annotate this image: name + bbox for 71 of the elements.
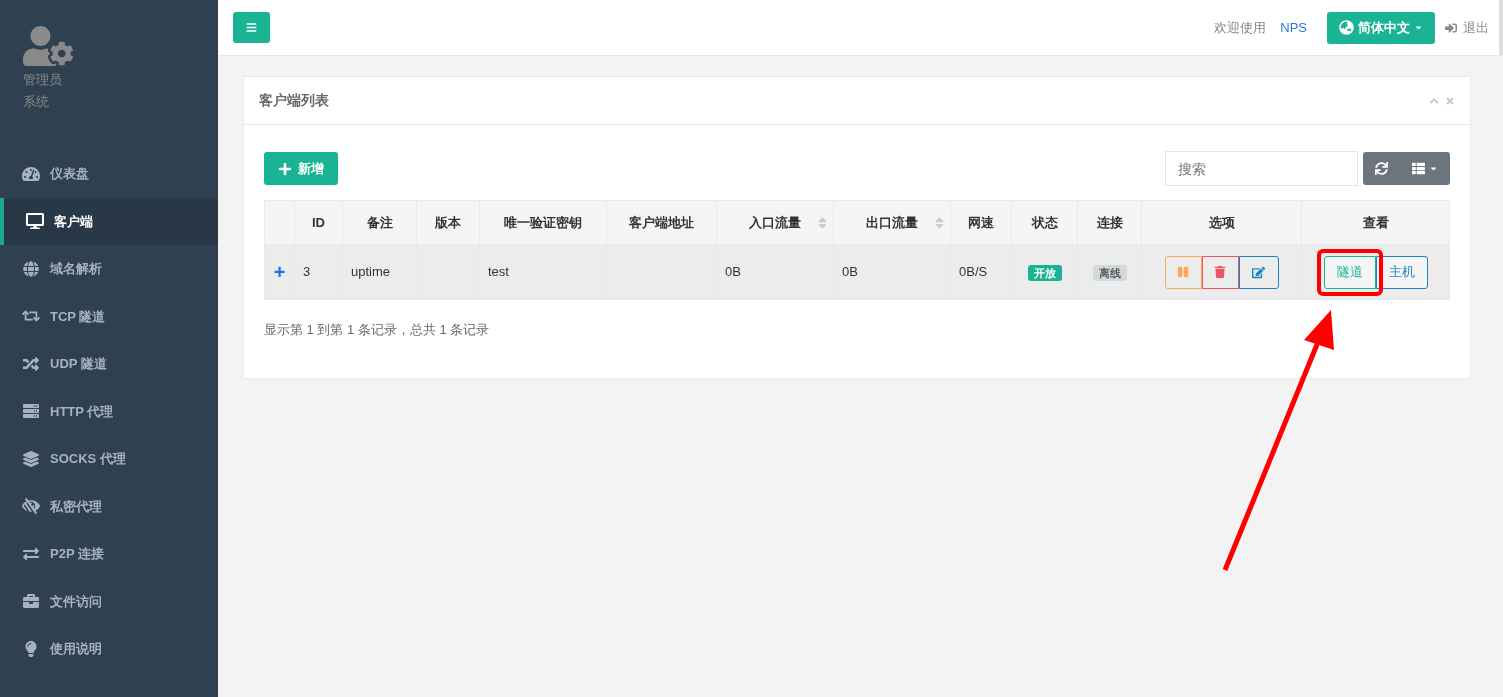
- plus-icon: [278, 161, 292, 176]
- sidebar-item[interactable]: SOCKS 代理: [0, 435, 218, 483]
- connection-badge: 离线: [1092, 265, 1127, 281]
- caret-icon: [1429, 164, 1438, 173]
- eye-slash-icon: [22, 498, 40, 515]
- sort-icon[interactable]: [818, 216, 827, 230]
- language-dropdown[interactable]: 简体中文: [1327, 11, 1435, 44]
- sidebar-item[interactable]: UDP 隧道: [0, 340, 218, 388]
- sidebar-item[interactable]: 文件访问: [0, 577, 218, 625]
- sidebar-item[interactable]: 使用说明: [0, 625, 218, 673]
- expand-toggle[interactable]: +: [264, 244, 295, 300]
- logout-link[interactable]: 退出: [1445, 17, 1489, 38]
- column-header: 状态: [1011, 200, 1078, 245]
- search-field[interactable]: 搜索: [1165, 151, 1358, 186]
- edit-button[interactable]: [1238, 255, 1279, 289]
- globe-icon: [1339, 20, 1354, 35]
- pause-button[interactable]: [1164, 255, 1202, 289]
- monitor-icon: [26, 213, 44, 230]
- sidebar-item[interactable]: 私密代理: [0, 482, 218, 530]
- sign-out-icon: [1445, 21, 1457, 34]
- user-link[interactable]: NPS: [1280, 17, 1307, 38]
- list-icon: [1412, 162, 1425, 175]
- table-cell: 0B: [833, 244, 951, 300]
- table-cell: 0B/S: [950, 244, 1012, 300]
- sidebar-item[interactable]: TCP 隧道: [0, 292, 218, 340]
- table-cell: test: [479, 244, 607, 300]
- user-role: 系统: [23, 92, 50, 111]
- caret-icon: [1414, 23, 1423, 32]
- shuffle-icon: [22, 355, 40, 372]
- column-header: 客户端地址: [606, 200, 717, 245]
- delete-button[interactable]: [1201, 255, 1239, 289]
- sort-icon[interactable]: [935, 216, 944, 230]
- dashboard-icon: [22, 165, 40, 182]
- panel-title: 客户端列表: [259, 91, 329, 110]
- column-header: 版本: [416, 200, 480, 245]
- column-header: 网速: [950, 200, 1012, 245]
- menu-icon: [246, 22, 257, 33]
- sidebar-item[interactable]: 域名解析: [0, 245, 218, 293]
- add-button[interactable]: 新增: [264, 152, 338, 185]
- globe-icon: [22, 260, 40, 277]
- trash-icon: [1214, 266, 1226, 278]
- table-cell: 3: [294, 244, 343, 300]
- exchange-icon: [22, 545, 40, 562]
- column-header: ID: [294, 200, 343, 245]
- menu-button[interactable]: [233, 12, 270, 43]
- table-cell: uptime: [342, 244, 417, 300]
- refresh-icon: [1375, 162, 1388, 175]
- column-header: 连接: [1077, 200, 1142, 245]
- column-header: 唯一验证密钥: [479, 200, 607, 245]
- sidebar-item[interactable]: 仪表盘: [0, 150, 218, 198]
- column-header: 查看: [1301, 200, 1450, 245]
- user-name: 管理员: [23, 71, 63, 89]
- view-button[interactable]: 隧道: [1323, 255, 1376, 289]
- edit-icon: [1252, 265, 1265, 279]
- column-header: 入口流量: [716, 200, 834, 245]
- column-header: 选项: [1141, 200, 1302, 245]
- column-header: 出口流量: [833, 200, 951, 245]
- welcome-text: 欢迎使用: [1214, 18, 1267, 37]
- server-icon: [22, 403, 40, 420]
- sidebar-item[interactable]: P2P 连接: [0, 530, 218, 578]
- close-icon[interactable]: [1445, 95, 1455, 106]
- status-badge: 开放: [1027, 265, 1062, 281]
- pagination-info: 显示第 1 到第 1 条记录，总共 1 条记录: [264, 321, 491, 339]
- sidebar-item[interactable]: HTTP 代理: [0, 387, 218, 435]
- table-cell: 0B: [716, 244, 834, 300]
- layers-icon: [22, 450, 40, 467]
- user-gear-icon: [23, 26, 73, 66]
- briefcase-icon: [22, 593, 40, 610]
- sidebar-item[interactable]: 客户端: [0, 197, 218, 245]
- column-header: 备注: [342, 200, 417, 245]
- pause-icon: [1177, 266, 1189, 278]
